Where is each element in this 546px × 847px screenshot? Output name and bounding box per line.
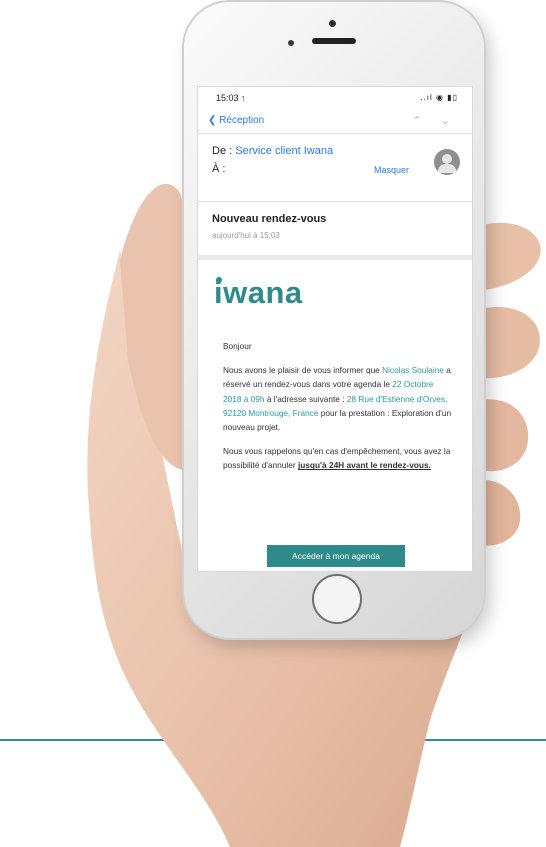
mail-header: De : Service client Iwana À : Masquer [198, 135, 472, 202]
paragraph-1: Nous avons le plaisir de vous informer q… [223, 365, 452, 433]
phone-screen: 15:03 ↑ ..ıl ◉ ▮▯ ❮ Réception ⌃ ⌄ De : S… [197, 86, 473, 572]
logo-text: iwana [214, 275, 303, 310]
mail-navbar: ❮ Réception ⌃ ⌄ [198, 111, 472, 134]
status-icons: ..ıl ◉ ▮▯ [420, 93, 458, 102]
from-line: De : Service client Iwana [212, 145, 333, 157]
subject-date: aujourd'hui à 15:03 [212, 231, 280, 240]
subject-title: Nouveau rendez-vous [212, 213, 327, 225]
front-camera [329, 20, 336, 27]
mail-subject: Nouveau rendez-vous aujourd'hui à 15:03 [198, 203, 472, 260]
to-label: À : [212, 163, 226, 175]
from-label: De : [212, 145, 233, 157]
message-nav-arrows[interactable]: ⌃ ⌄ [413, 114, 459, 127]
open-agenda-button[interactable]: Accéder à mon agenda [267, 545, 405, 567]
back-label: Réception [219, 115, 265, 126]
iphone-device: 15:03 ↑ ..ıl ◉ ▮▯ ❮ Réception ⌃ ⌄ De : S… [184, 2, 484, 638]
iwana-logo: iwana [214, 275, 303, 311]
email-text: Bonjour Nous avons le plaisir de vous in… [223, 339, 453, 483]
cancel-deadline: jusqu'à 24H avant le rendez-vous. [297, 460, 431, 471]
home-button[interactable] [312, 574, 362, 624]
status-bar: 15:03 ↑ ..ıl ◉ ▮▯ [198, 87, 472, 109]
client-name: Nicolas Soulaine [382, 365, 444, 376]
status-time: 15:03 ↑ [216, 93, 246, 103]
earpiece-speaker [312, 38, 356, 44]
back-to-inbox-button[interactable]: ❮ Réception [208, 115, 264, 126]
avatar-icon [434, 149, 460, 175]
paragraph-2: Nous vous rappelons qu'en cas d'empêchem… [223, 446, 451, 471]
greeting: Bonjour [223, 341, 252, 351]
sender-name[interactable]: Service client Iwana [235, 145, 333, 157]
email-body: iwana Bonjour Nous avons le plaisir de v… [198, 261, 472, 571]
hide-details-link[interactable]: Masquer [374, 165, 409, 175]
to-line: À : [212, 163, 225, 175]
chevron-left-icon: ❮ [208, 115, 217, 126]
proximity-sensor [288, 40, 294, 46]
